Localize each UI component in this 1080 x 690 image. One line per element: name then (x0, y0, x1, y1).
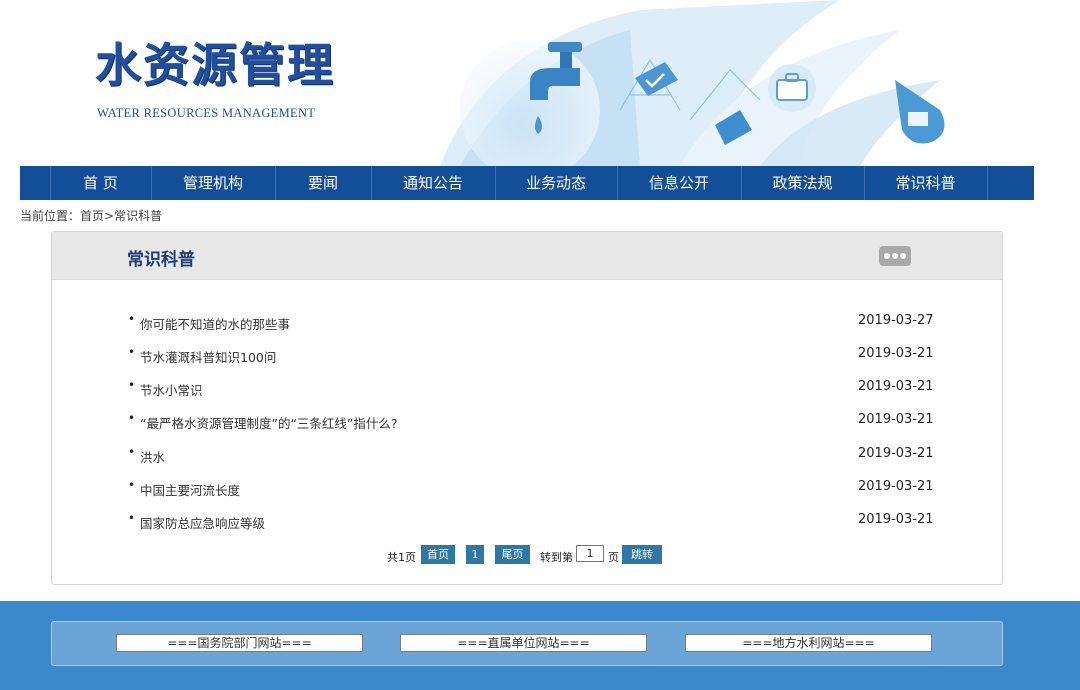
site-header: 水资源管理 WATER RESOURCES MANAGEMENT (0, 0, 1080, 166)
bullet-icon: • (128, 312, 136, 326)
footer-links-box: ===国务院部门网站=== ===直属单位网站=== ===地方水利网站=== (51, 621, 1003, 666)
article-date: 2019-03-21 (858, 346, 934, 361)
pager-last-button[interactable]: 尾页 (495, 545, 530, 564)
article-date: 2019-03-21 (858, 512, 934, 527)
list-item: • 中国主要河流长度 2019-03-21 (52, 478, 1002, 500)
pager-goto-label: 转到第 (540, 551, 573, 564)
state-council-sites-select[interactable]: ===国务院部门网站=== (116, 634, 363, 652)
bullet-icon: • (128, 478, 136, 492)
list-item: • 节水灌溉科普知识100问 2019-03-21 (52, 345, 1002, 367)
nav-item-notices[interactable]: 通知公告 (371, 166, 495, 200)
article-link[interactable]: 国家防总应急响应等级 (140, 513, 265, 532)
article-link[interactable]: “最严格水资源管理制度”的“三条红线”指什么? (140, 413, 398, 432)
article-link[interactable]: 节水小常识 (140, 380, 203, 399)
pager-jump-button[interactable]: 跳转 (622, 545, 662, 564)
nav-item-home[interactable]: 首 页 (50, 166, 151, 200)
main-navigation: 首 页 管理机构 要闻 通知公告 业务动态 信息公开 政策法规 常识科普 (20, 166, 1034, 200)
site-footer: ===国务院部门网站=== ===直属单位网站=== ===地方水利网站=== (0, 601, 1080, 690)
more-dots-icon[interactable] (879, 246, 911, 266)
pager-page-button[interactable]: 1 (466, 545, 484, 564)
bullet-icon: • (128, 511, 136, 525)
article-link[interactable]: 中国主要河流长度 (140, 480, 240, 499)
nav-item-headlines[interactable]: 要闻 (275, 166, 371, 200)
nav-item-policies[interactable]: 政策法规 (741, 166, 864, 200)
pager-goto-suffix: 页 (608, 551, 619, 564)
article-list-panel: 常识科普 • 你可能不知道的水的那些事 2019-03-27 • 节水灌溉科普知… (51, 231, 1003, 585)
breadcrumb-prefix: 当前位置： (20, 209, 81, 223)
nav-item-organizations[interactable]: 管理机构 (151, 166, 275, 200)
article-link[interactable]: 节水灌溉科普知识100问 (140, 347, 276, 366)
site-logo-title[interactable]: 水资源管理 (95, 42, 335, 88)
list-item: • 节水小常识 2019-03-21 (52, 378, 1002, 400)
affiliated-units-sites-select[interactable]: ===直属单位网站=== (400, 634, 647, 652)
list-item: • 你可能不知道的水的那些事 2019-03-27 (52, 312, 1002, 334)
toolbox-icon (768, 64, 816, 112)
article-link[interactable]: 你可能不知道的水的那些事 (140, 314, 290, 333)
bullet-icon: • (128, 345, 136, 359)
pager-goto-input[interactable] (576, 545, 604, 562)
nav-item-science[interactable]: 常识科普 (864, 166, 987, 200)
breadcrumb: 当前位置：首页>常识科普 (20, 207, 162, 224)
pager-total: 共1页 (387, 551, 416, 564)
list-item: • “最严格水资源管理制度”的“三条红线”指什么? 2019-03-21 (52, 411, 1002, 433)
bullet-icon: • (128, 445, 136, 459)
nav-item-business-news[interactable]: 业务动态 (495, 166, 617, 200)
site-logo-subtitle: WATER RESOURCES MANAGEMENT (97, 106, 316, 120)
article-date: 2019-03-21 (858, 379, 934, 394)
pager-first-button[interactable]: 首页 (421, 545, 455, 564)
list-item: • 国家防总应急响应等级 2019-03-21 (52, 511, 1002, 533)
article-date: 2019-03-21 (858, 479, 934, 494)
bullet-icon: • (128, 378, 136, 392)
nav-item-info-disclosure[interactable]: 信息公开 (617, 166, 741, 200)
breadcrumb-current[interactable]: 常识科普 (114, 209, 162, 223)
header-banner-art (440, 0, 945, 166)
article-date: 2019-03-21 (858, 412, 934, 427)
breadcrumb-home-link[interactable]: 首页 (80, 209, 104, 223)
article-date: 2019-03-21 (858, 446, 934, 461)
article-date: 2019-03-27 (858, 313, 934, 328)
panel-header: 常识科普 (52, 232, 1002, 280)
article-link[interactable]: 洪水 (140, 447, 165, 466)
local-water-sites-select[interactable]: ===地方水利网站=== (685, 634, 932, 652)
breadcrumb-separator: > (104, 209, 115, 223)
list-item: • 洪水 2019-03-21 (52, 445, 1002, 467)
panel-title: 常识科普 (127, 250, 195, 270)
bullet-icon: • (128, 411, 136, 425)
nav-separator (987, 166, 988, 200)
